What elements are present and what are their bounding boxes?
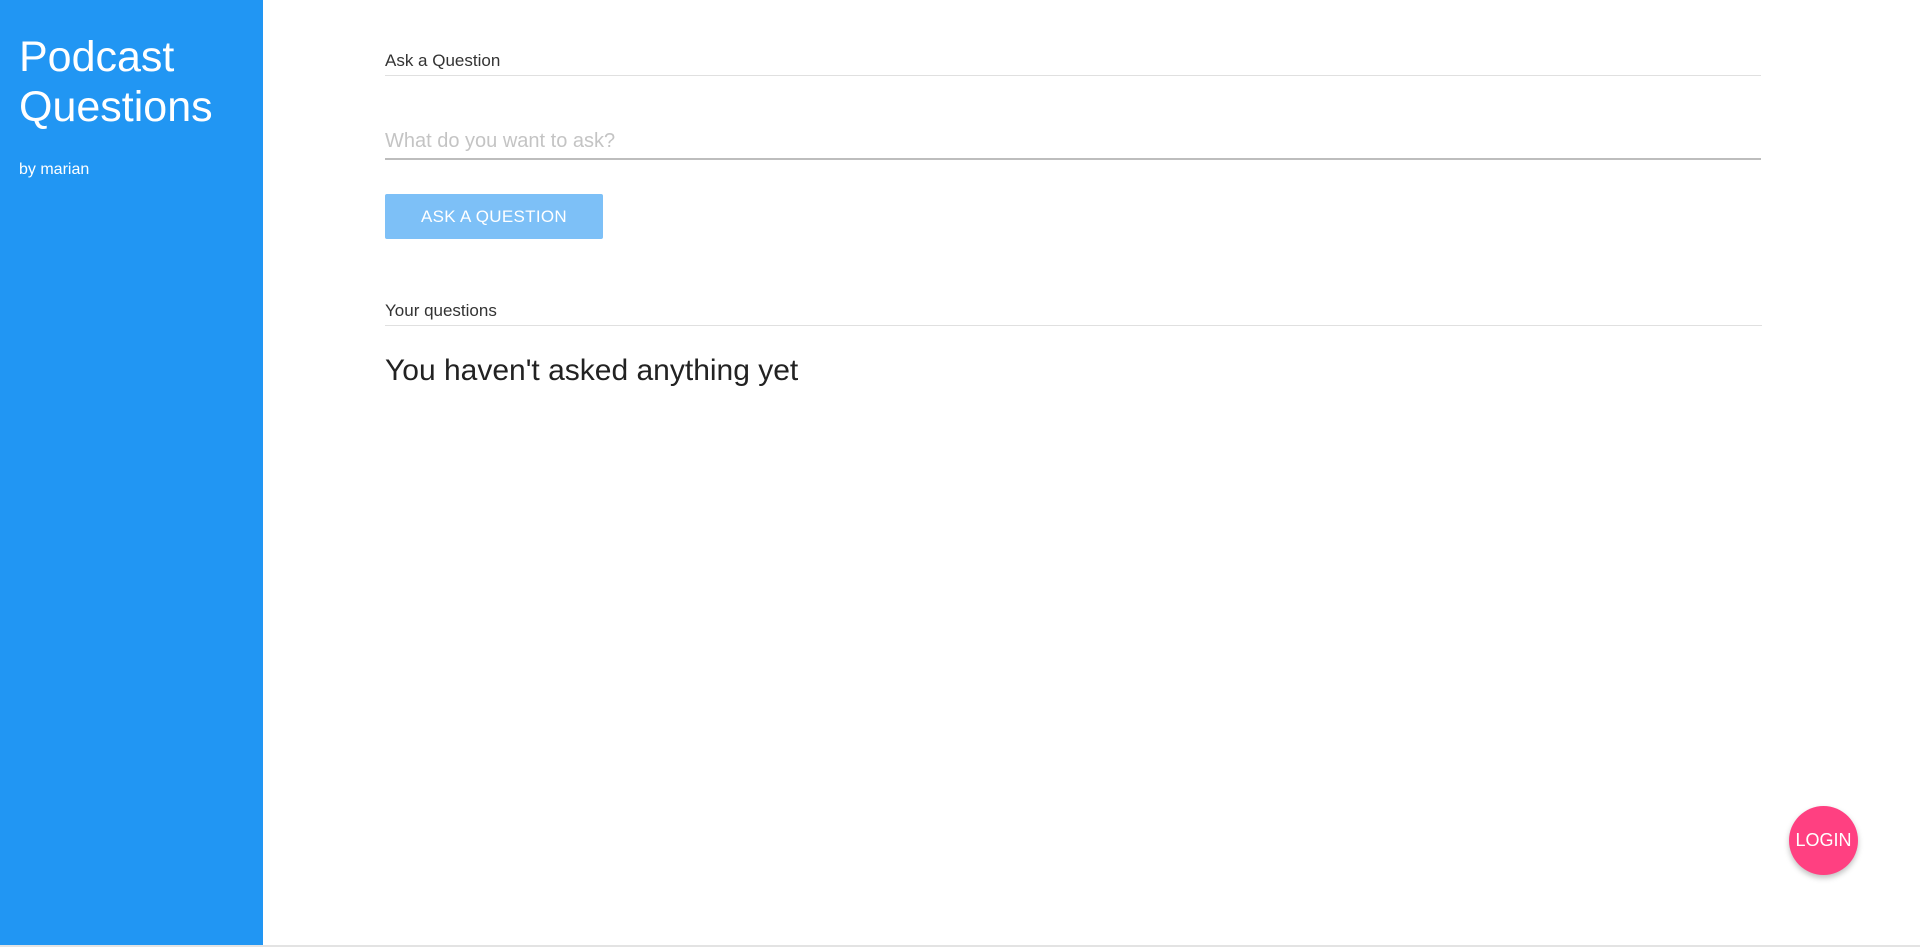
login-button[interactable]: LOGIN bbox=[1789, 806, 1858, 875]
question-field bbox=[385, 124, 1761, 160]
app-title: Podcast Questions bbox=[19, 33, 213, 131]
question-input[interactable] bbox=[385, 124, 1761, 158]
ask-question-button[interactable]: ASK A QUESTION bbox=[385, 194, 603, 239]
your-questions-header: Your questions bbox=[385, 301, 1762, 326]
ask-section-header: Ask a Question bbox=[385, 51, 1761, 76]
app-author: by marian bbox=[19, 161, 90, 178]
app-root: Podcast Questions by marian Ask a Questi… bbox=[0, 0, 1920, 947]
sidebar: Podcast Questions by marian bbox=[0, 0, 263, 945]
empty-questions-message: You haven't asked anything yet bbox=[385, 354, 799, 387]
